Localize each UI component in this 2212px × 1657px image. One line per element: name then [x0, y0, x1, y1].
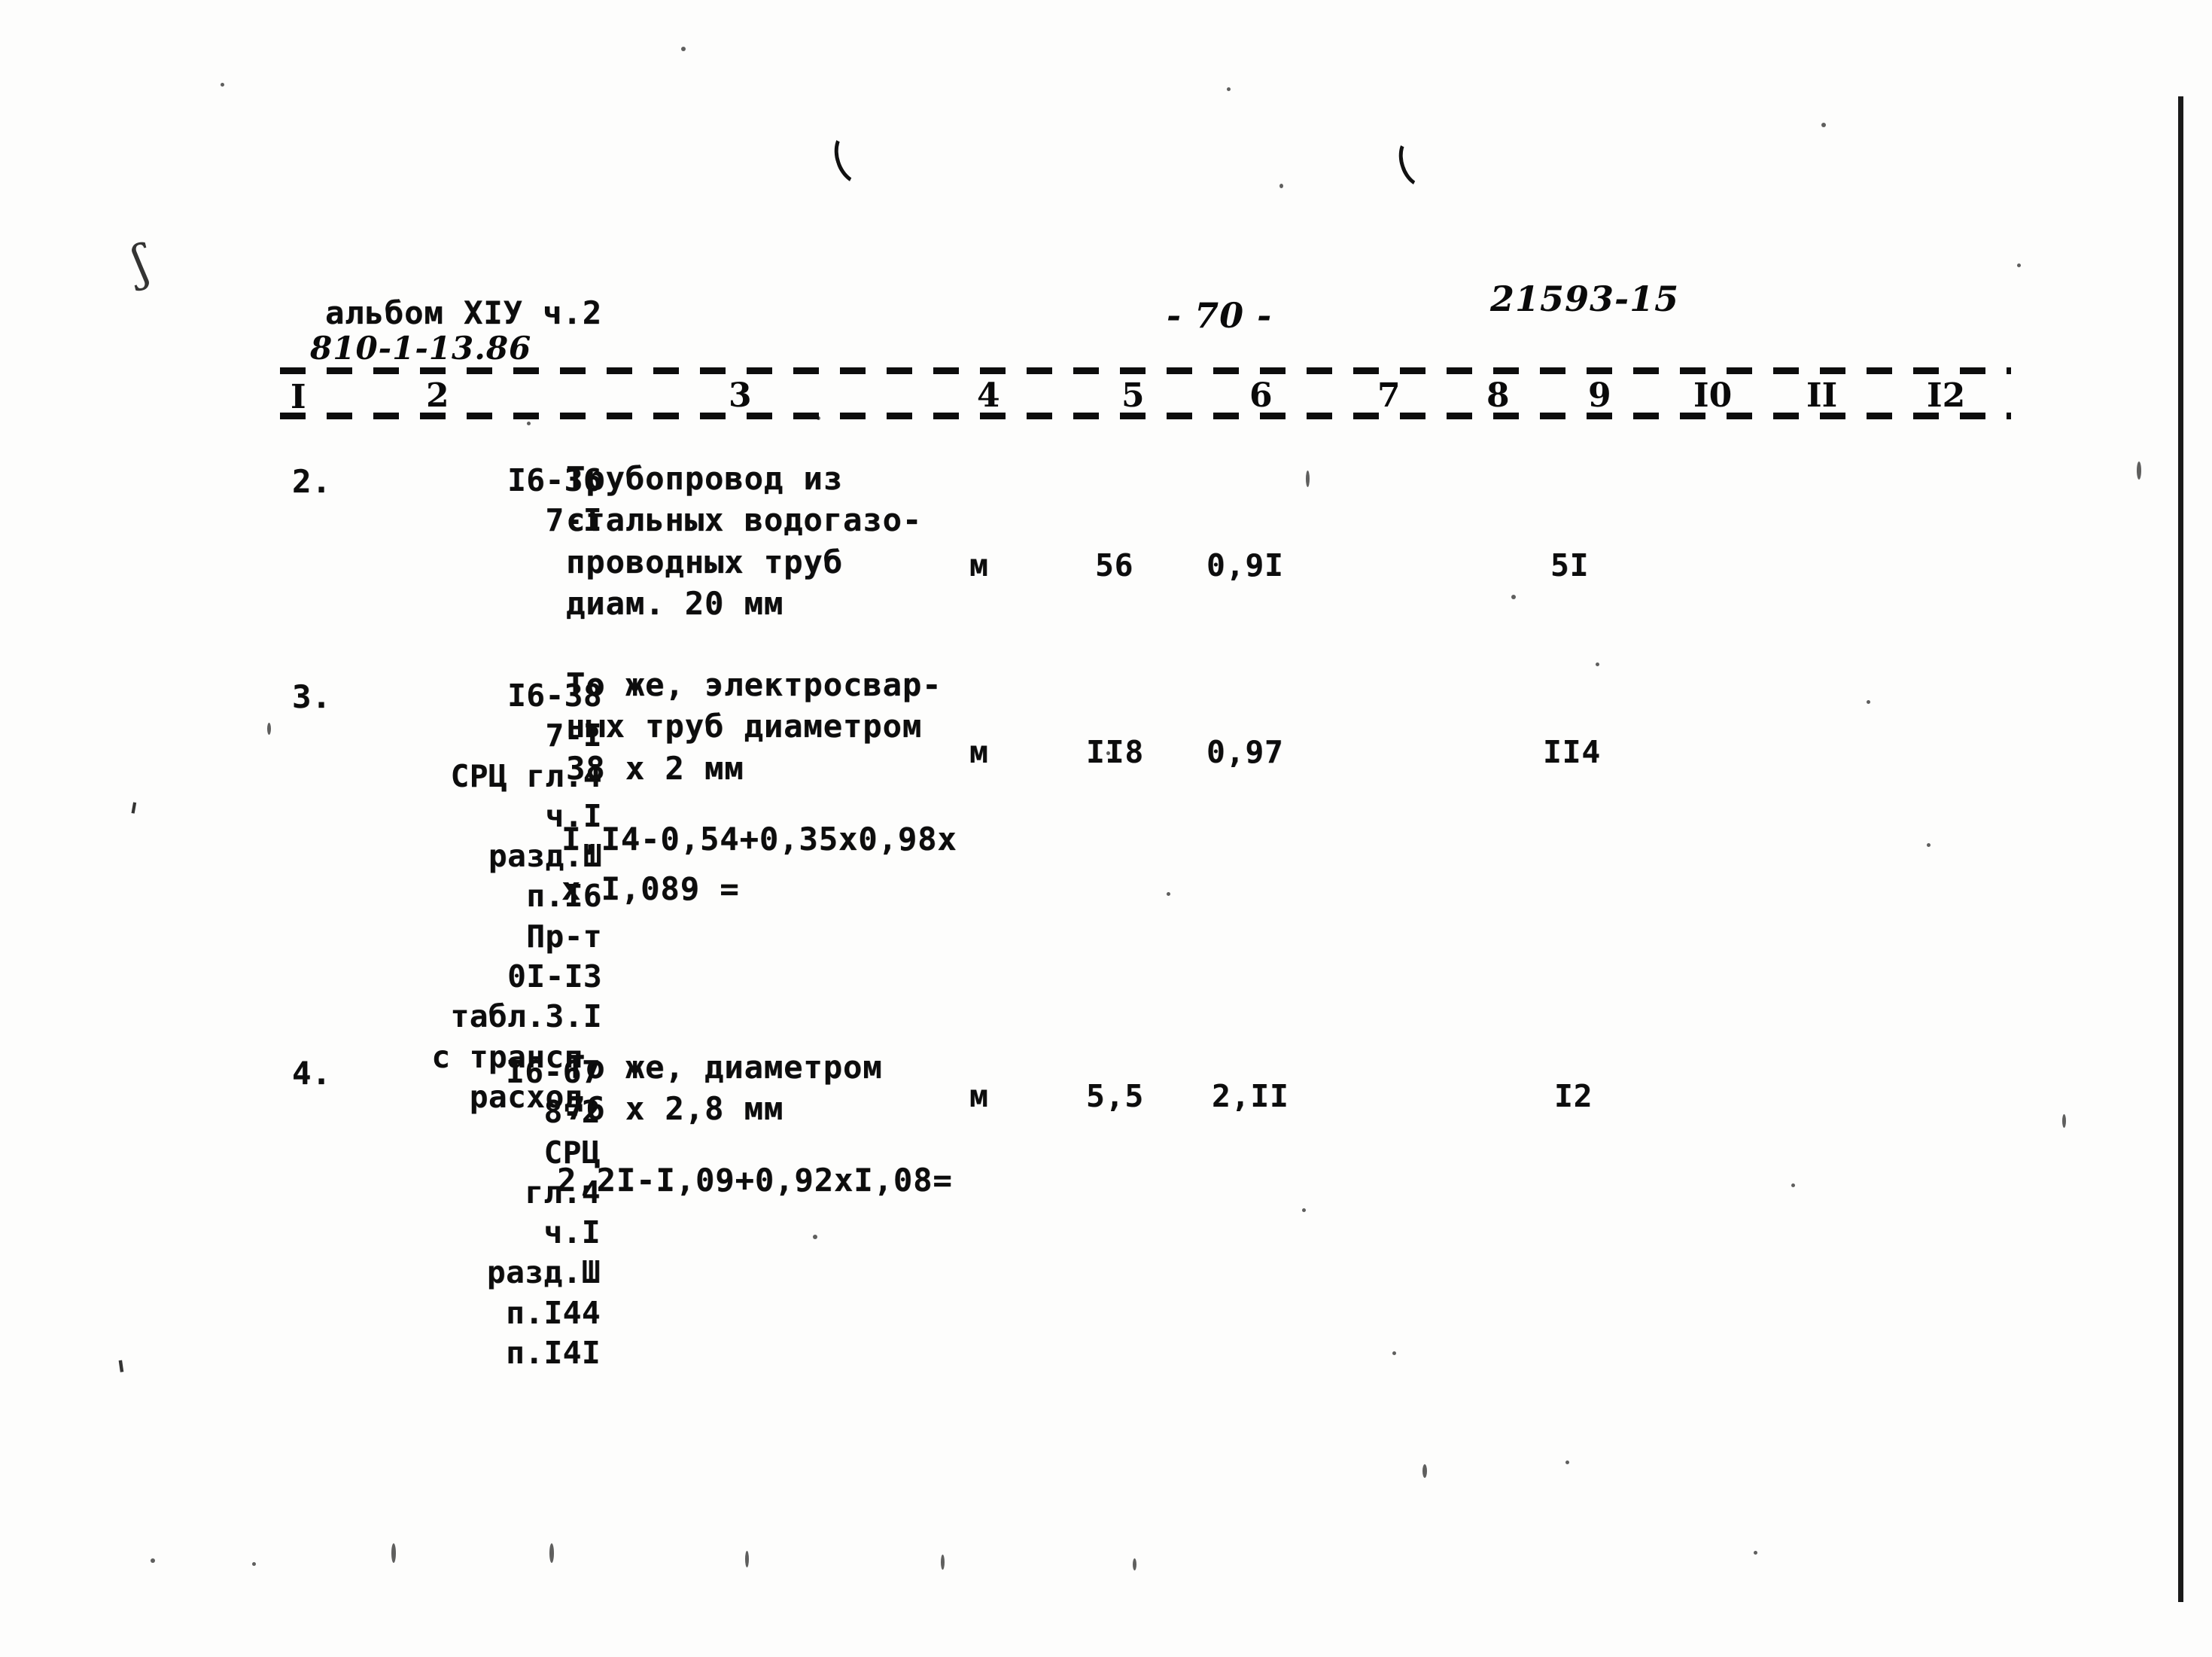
row-quantity: 5,5 — [1086, 1078, 1145, 1114]
margin-pen-mark-middle: ꞌ — [122, 793, 142, 842]
row-total: I2 — [1554, 1078, 1593, 1114]
scan-crescent-artifact-right — [1392, 129, 1445, 193]
speck — [1927, 843, 1931, 847]
column-number-5: 5 — [1121, 376, 1145, 415]
speck — [1791, 1183, 1795, 1187]
column-number-10: I0 — [1693, 376, 1733, 415]
speck — [1306, 471, 1310, 487]
column-number-8: 8 — [1486, 376, 1510, 415]
row-quantity: II8 — [1086, 734, 1145, 770]
scanned-page: ʃ ꞌ ꞌ альбом ХIУ ч.2 810-1-13.86 - 70 - … — [0, 0, 2212, 1657]
speck — [527, 422, 531, 425]
column-number-3: 3 — [729, 376, 752, 415]
row-description: То же, диаметром 76 х 2,8 мм — [566, 1049, 883, 1128]
row-total: 5I — [1550, 547, 1590, 583]
speck — [1596, 662, 1599, 666]
row-number: 3. — [292, 678, 332, 715]
speck — [221, 83, 224, 87]
column-number-4: 4 — [977, 376, 1000, 415]
column-number-11: II — [1806, 376, 1838, 415]
speck — [681, 47, 686, 51]
margin-pen-mark-lower: ꞌ — [113, 1351, 132, 1403]
speck — [813, 1235, 817, 1239]
row-number: 2. — [292, 463, 332, 500]
page-edge-artifact — [2178, 96, 2183, 1602]
speck — [2062, 1114, 2066, 1128]
speck — [2137, 461, 2141, 480]
column-number-12: I2 — [1927, 376, 1966, 415]
speck — [1279, 184, 1283, 188]
table-rule-top — [280, 367, 2011, 374]
column-number-7: 7 — [1377, 376, 1401, 415]
row-price: 0,9I — [1206, 547, 1284, 583]
row-unit: м — [969, 1078, 989, 1114]
speck — [549, 1543, 554, 1563]
speck — [1821, 123, 1826, 127]
speck — [252, 1562, 256, 1566]
speck — [1867, 700, 1870, 704]
column-number-6: 6 — [1249, 376, 1273, 415]
row-formula: I,I4-0,54+0,35х0,98х х I,089 = — [561, 821, 957, 908]
speck — [1422, 1464, 1427, 1478]
row-description: Трубопровод из стальных водогазо- провод… — [566, 460, 923, 623]
row-quantity: 56 — [1095, 547, 1134, 583]
column-number-2: 2 — [426, 376, 449, 415]
row-description: То же, электросвар- ных труб диаметром 3… — [566, 666, 942, 787]
speck — [391, 1543, 396, 1563]
speck — [1302, 1208, 1306, 1212]
row-total: II4 — [1543, 734, 1602, 770]
speck — [1392, 1351, 1396, 1355]
album-line: альбом ХIУ ч.2 — [325, 294, 603, 331]
speck — [1565, 1461, 1569, 1464]
speck — [1227, 87, 1231, 91]
speck — [1754, 1551, 1757, 1555]
row-unit: м — [969, 547, 989, 583]
scan-crescent-artifact-left — [827, 123, 884, 190]
speck — [941, 1555, 945, 1570]
row-number: 4. — [292, 1055, 332, 1092]
column-number-1: I — [291, 378, 306, 416]
row-unit: м — [969, 734, 989, 770]
speck — [267, 723, 271, 735]
album-code: 810-1-13.86 — [310, 330, 532, 367]
speck — [2017, 263, 2021, 267]
row-codes: I6-67 8-2 СРЦ гл.4 ч.I разд.Ш п.I44 п.I4… — [486, 1054, 601, 1372]
table-rule-bottom — [280, 413, 2011, 419]
speck — [745, 1551, 749, 1567]
speck — [1167, 892, 1170, 896]
speck — [1133, 1558, 1136, 1570]
page-marker: - 70 - — [1167, 295, 1273, 336]
speck — [151, 1558, 155, 1563]
row-price: 2,II — [1212, 1078, 1289, 1114]
row-price: 0,97 — [1206, 734, 1284, 770]
margin-pen-mark-top: ʃ — [127, 234, 154, 293]
document-number: 21593-15 — [1490, 279, 1680, 319]
speck — [1511, 595, 1516, 599]
column-number-9: 9 — [1588, 376, 1611, 415]
row-formula: 2,2I-I,09+0,92хI,08= — [557, 1162, 953, 1199]
